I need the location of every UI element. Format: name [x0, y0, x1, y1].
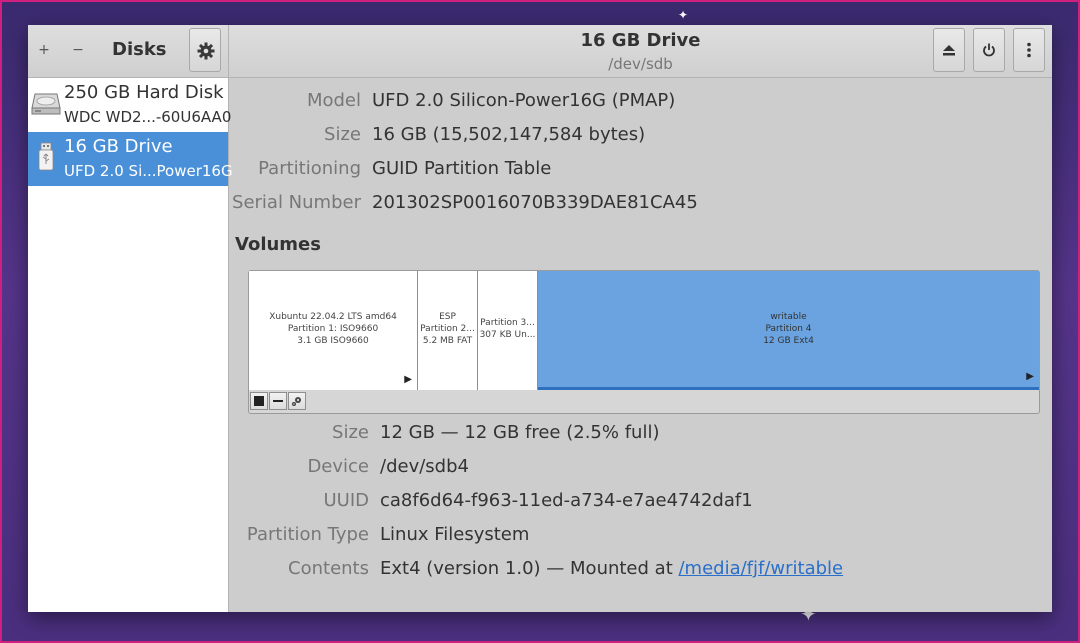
page-title: 16 GB Drive — [580, 30, 701, 51]
volume-size-label: Size — [332, 422, 369, 443]
contents-label: Contents — [288, 558, 369, 579]
drive-model: UFD 2.0 Si...Power16G — [64, 162, 233, 180]
remove-drive-button[interactable]: − — [67, 39, 89, 61]
drive-item-hard-disk[interactable]: 250 GB Hard Disk WDC WD2...-60U6AA0 — [28, 78, 232, 132]
uuid-value: ca8f6d64-f963-11ed-a734-e7ae4742daf1 — [380, 490, 753, 511]
drive-model: WDC WD2...-60U6AA0 — [64, 108, 232, 126]
drive-name: 16 GB Drive — [64, 136, 173, 157]
partition-strip: Xubuntu 22.04.2 LTS amd64 Partition 1: I… — [249, 271, 1039, 390]
volume-size-value: 12 GB — 12 GB free (2.5% full) — [380, 422, 660, 443]
partition-type-label: Partition Type — [246, 524, 369, 545]
partition-4[interactable]: writable Partition 4 12 GB Ext4 ▶ — [538, 271, 1039, 390]
hard-disk-icon — [31, 93, 61, 115]
sidebar-header: + − Disks — [28, 25, 229, 78]
drive-details: Model UFD 2.0 Silicon-Power16G (PMAP) Si… — [229, 78, 1052, 612]
size-label: Size — [324, 124, 361, 145]
partition-2[interactable]: ESP Partition 2... 5.2 MB FAT — [418, 271, 478, 390]
partition-line: 3.1 GB ISO9660 — [297, 336, 369, 346]
sparkle-decoration: ✦ — [678, 8, 689, 22]
uuid-label: UUID — [323, 490, 369, 511]
contents-text: Ext4 (version 1.0) — Mounted at — [380, 558, 679, 579]
device-label: Device — [307, 456, 369, 477]
app-title: Disks — [112, 39, 167, 60]
drive-list: 250 GB Hard Disk WDC WD2...-60U6AA0 16 G… — [28, 78, 233, 612]
partition-1[interactable]: Xubuntu 22.04.2 LTS amd64 Partition 1: I… — [249, 271, 418, 390]
eject-button[interactable] — [933, 28, 965, 72]
disks-window: + − Disks 250 GB Hard Disk WDC WD2...-60… — [28, 25, 1052, 612]
partition-label: writable Partition 4 12 GB Ext4 — [538, 311, 1039, 347]
serial-label: Serial Number — [232, 192, 361, 213]
partition-line: Xubuntu 22.04.2 LTS amd64 — [269, 312, 397, 322]
partition-line: Partition 3... — [480, 318, 535, 328]
usb-drive-icon — [38, 142, 54, 171]
partition-line: Partition 1: ISO9660 — [287, 324, 379, 334]
eject-icon — [943, 45, 955, 56]
volume-map: Xubuntu 22.04.2 LTS amd64 Partition 1: I… — [248, 270, 1040, 414]
partition-line: writable — [770, 312, 807, 322]
drive-menu-button[interactable] — [1013, 28, 1045, 72]
contents-value: Ext4 (version 1.0) — Mounted at /media/f… — [380, 558, 843, 579]
partition-line: ESP — [439, 312, 456, 322]
size-value: 16 GB (15,502,147,584 bytes) — [372, 124, 646, 145]
partition-line: 12 GB Ext4 — [763, 336, 814, 346]
partitioning-value: GUID Partition Table — [372, 158, 552, 179]
partition-line: 307 KB Un... — [479, 330, 536, 340]
page-subtitle: /dev/sdb — [608, 55, 673, 73]
serial-value: 201302SP0016070B339DAE81CA45 — [372, 192, 698, 213]
drive-item-usb[interactable]: 16 GB Drive UFD 2.0 Si...Power16G — [28, 132, 233, 186]
partition-line: 5.2 MB FAT — [422, 336, 473, 346]
gears-icon — [292, 397, 301, 406]
delete-partition-button[interactable] — [269, 392, 287, 410]
stop-icon — [254, 396, 264, 406]
minus-icon — [273, 400, 283, 402]
device-value: /dev/sdb4 — [380, 456, 469, 477]
partition-3[interactable]: Partition 3... 307 KB Un... — [478, 271, 538, 390]
partition-options-button[interactable] — [288, 392, 306, 410]
partition-line: Partition 2... — [420, 324, 475, 334]
play-arrow-icon: ▶ — [404, 374, 412, 385]
gear-icon — [197, 42, 215, 60]
volumes-heading: Volumes — [235, 234, 321, 255]
partition-label: Partition 3... 307 KB Un... — [478, 317, 537, 341]
unmount-button[interactable] — [250, 392, 268, 410]
model-label: Model — [306, 90, 361, 111]
add-drive-button[interactable]: + — [33, 39, 55, 61]
main-header: 16 GB Drive /dev/sdb — [229, 25, 1052, 78]
partition-label: ESP Partition 2... 5.2 MB FAT — [418, 311, 477, 347]
partition-line: Partition 4 — [765, 324, 812, 334]
partition-label: Xubuntu 22.04.2 LTS amd64 Partition 1: I… — [249, 311, 417, 347]
partitioning-label: Partitioning — [258, 158, 361, 179]
drive-name: 250 GB Hard Disk — [64, 82, 224, 103]
power-icon — [983, 43, 995, 57]
model-value: UFD 2.0 Silicon-Power16G (PMAP) — [372, 90, 676, 111]
play-arrow-icon: ▶ — [1026, 371, 1034, 382]
power-off-button[interactable] — [973, 28, 1005, 72]
mount-point-link[interactable]: /media/fjf/writable — [678, 558, 843, 579]
partition-type-value: Linux Filesystem — [380, 524, 530, 545]
settings-button[interactable] — [189, 28, 221, 72]
more-vertical-icon — [1027, 42, 1031, 58]
